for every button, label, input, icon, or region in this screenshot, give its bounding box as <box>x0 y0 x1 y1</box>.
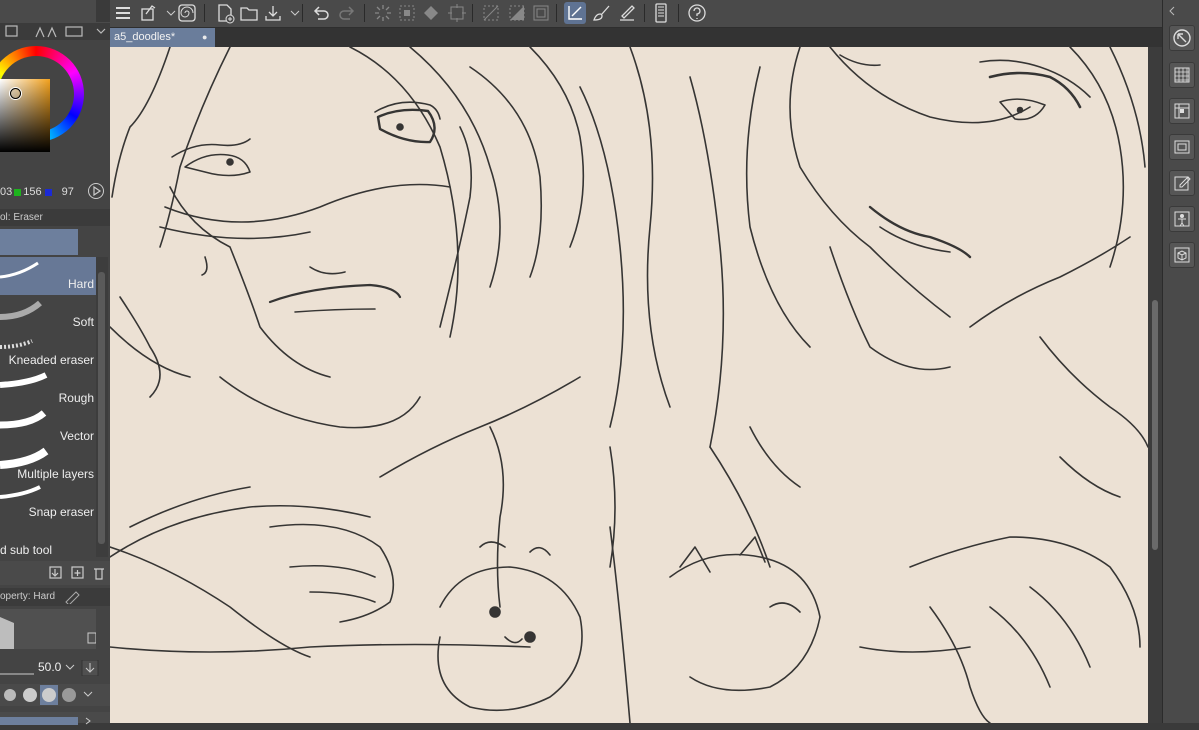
brush-list: Hard Soft Kneaded eraser Rough Vector Mu… <box>0 257 96 559</box>
size-slider[interactable] <box>0 673 34 675</box>
invert-selection-icon[interactable] <box>506 2 528 24</box>
red-value: 03 <box>0 186 13 198</box>
add-subtool-label[interactable]: d sub tool <box>0 543 52 557</box>
3d-icon[interactable] <box>1169 242 1195 268</box>
fill-icon[interactable] <box>420 2 442 24</box>
menu-icon[interactable] <box>112 2 134 24</box>
brush-tip-row <box>0 684 110 706</box>
layer-icon[interactable] <box>1169 134 1195 160</box>
right-dock <box>1162 0 1199 723</box>
toolbar-separator <box>472 4 473 22</box>
edit-icon[interactable] <box>1169 170 1195 196</box>
list-item[interactable]: Vector <box>0 409 96 447</box>
list-item[interactable]: Multiple layers <box>0 447 96 485</box>
navigator-icon[interactable] <box>1169 25 1195 51</box>
size-stepper[interactable] <box>64 660 104 676</box>
sketch-artwork <box>110 47 1148 723</box>
toolbar-separator <box>302 4 303 22</box>
document-tab-title: a5_doodles* <box>114 31 176 43</box>
brush-size-value[interactable]: 50.0 <box>38 660 61 674</box>
grid-icon[interactable] <box>1169 62 1195 88</box>
subtool-group-tab[interactable] <box>0 229 78 255</box>
green-value: 156 <box>23 186 42 198</box>
brush-shape-preview <box>0 609 97 649</box>
toolbar-separator <box>364 4 365 22</box>
clear-icon[interactable] <box>372 2 394 24</box>
brush-label: Snap eraser <box>28 505 94 519</box>
open-folder-icon[interactable] <box>238 2 260 24</box>
list-item[interactable]: Kneaded eraser <box>0 333 96 371</box>
help-icon[interactable] <box>686 2 708 24</box>
command-bar <box>110 0 1162 28</box>
subtool-footer <box>0 561 110 585</box>
select-all-icon[interactable] <box>396 2 418 24</box>
panel-tab-icons[interactable] <box>0 0 110 40</box>
chevron-down-icon[interactable] <box>284 2 300 24</box>
brush-texture-row <box>0 712 110 725</box>
chevron-down-icon[interactable] <box>160 2 176 24</box>
blue-swatch-icon <box>44 188 52 196</box>
brush-label: Soft <box>72 315 94 329</box>
tool-property-header: operty: Hard <box>0 588 110 606</box>
frame-icon[interactable] <box>530 2 552 24</box>
crop-icon[interactable] <box>446 2 468 24</box>
brush-label: Vector <box>59 429 94 443</box>
list-item[interactable]: Hard <box>0 257 96 295</box>
save-icon[interactable] <box>262 2 284 24</box>
brush-label: Rough <box>58 391 94 405</box>
material-icon[interactable] <box>1169 98 1195 124</box>
saturation-value-square[interactable] <box>0 79 50 152</box>
list-item[interactable]: Soft <box>0 295 96 333</box>
green-swatch-icon <box>14 188 22 196</box>
list-item[interactable]: Rough <box>0 371 96 409</box>
transform-icon[interactable] <box>138 2 160 24</box>
blue-value: 97 <box>61 186 74 198</box>
drawing-canvas[interactable] <box>110 47 1148 723</box>
ruler-snap-icon[interactable] <box>564 2 586 24</box>
deselect-icon[interactable] <box>480 2 502 24</box>
play-icon[interactable] <box>88 183 104 199</box>
pen-snap-icon[interactable] <box>616 2 638 24</box>
toolbar-separator <box>678 4 679 22</box>
tablet-icon[interactable] <box>650 2 672 24</box>
subtool-footer-icons[interactable] <box>48 565 108 581</box>
toolbar-separator <box>204 4 205 22</box>
left-panel-tabs <box>0 0 110 40</box>
toolbar-separator <box>556 4 557 22</box>
brush-list-scroll-thumb[interactable] <box>98 272 105 544</box>
pencil-icon[interactable] <box>64 590 82 604</box>
document-tab-bar: a5_doodles* ● <box>110 28 1162 47</box>
chevron-left-icon[interactable] <box>1167 3 1195 19</box>
figure-icon[interactable] <box>1169 206 1195 232</box>
tab-modified-indicator[interactable]: ● <box>202 28 207 47</box>
brush-label: Multiple layers <box>17 467 94 481</box>
subtool-panel-header: ol: Eraser <box>0 209 110 226</box>
brush-snap-icon[interactable] <box>590 2 612 24</box>
brush-tip-icons[interactable] <box>0 684 110 706</box>
list-item[interactable]: Snap eraser <box>0 485 96 523</box>
canvas-scroll-thumb[interactable] <box>1152 300 1158 550</box>
spiral-icon[interactable] <box>176 2 198 24</box>
redo-icon[interactable] <box>336 2 358 24</box>
new-file-icon[interactable] <box>214 2 236 24</box>
undo-icon[interactable] <box>310 2 332 24</box>
brush-label: Hard <box>67 277 94 291</box>
left-panel: 03 156 97 ol: Eraser Hard Soft Kneaded er… <box>0 0 111 725</box>
brush-label: Kneaded eraser <box>8 353 94 367</box>
toolbar-separator <box>644 4 645 22</box>
document-tab[interactable]: a5_doodles* <box>110 28 215 47</box>
color-picker-cursor[interactable] <box>10 88 21 99</box>
